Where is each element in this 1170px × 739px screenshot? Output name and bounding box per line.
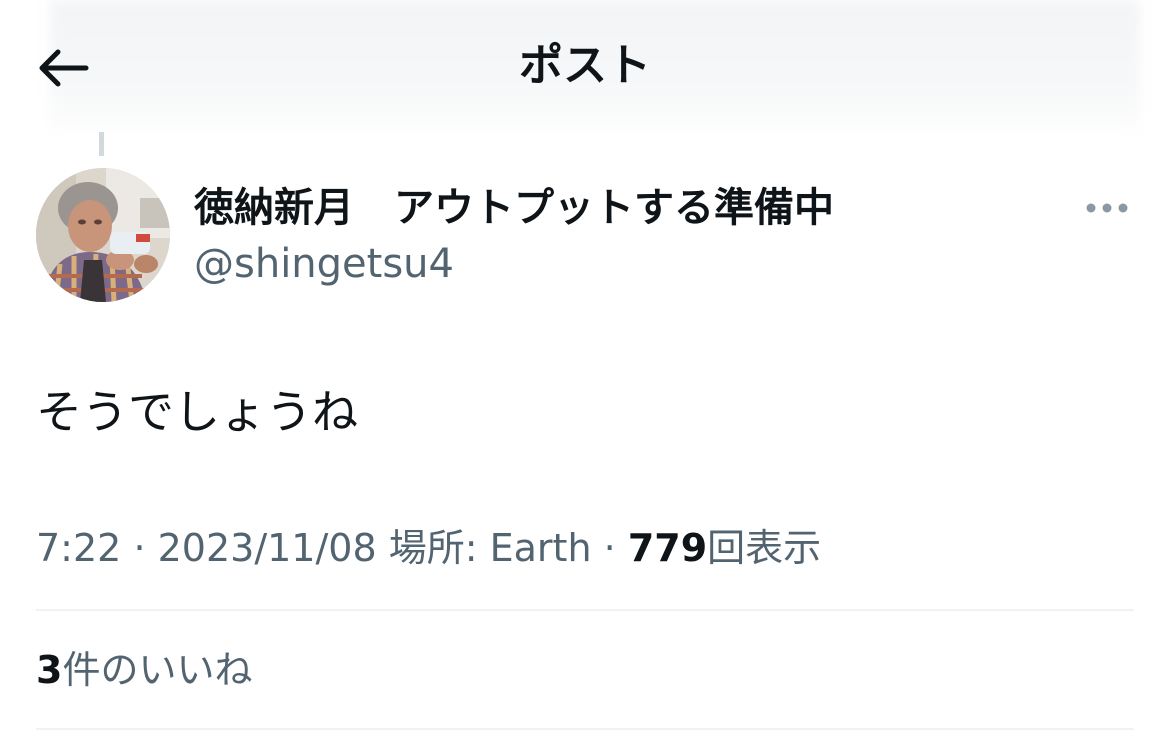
likes-label: 件のいいね: [62, 648, 253, 692]
author-display-name[interactable]: 徳納新月 アウトプットする準備中: [194, 180, 834, 236]
author-handle[interactable]: @shingetsu4: [194, 236, 454, 292]
views-label: 回表示: [707, 526, 822, 570]
views-count: 779: [627, 526, 708, 570]
divider: [36, 609, 1134, 611]
post-text: そうでしょうね: [36, 385, 358, 439]
avatar[interactable]: [36, 168, 170, 302]
post-detail-page: ポスト 徳納新月 アウトプットする準備中 @shingetsu4 そうでしょうね…: [0, 0, 1170, 739]
meta-separator: ·: [603, 526, 616, 570]
post-time[interactable]: 7:22: [36, 526, 121, 570]
divider: [36, 728, 1134, 730]
meta-separator: ·: [133, 526, 146, 570]
post-meta: 7:22 · 2023/11/08 場所: Earth · 779回表示: [36, 520, 821, 576]
likes-count: 3: [36, 648, 63, 692]
more-options-button[interactable]: [1080, 188, 1134, 228]
post-location: 場所: Earth: [388, 526, 592, 570]
post-date[interactable]: 2023/11/08: [158, 526, 377, 570]
profile-photo: [36, 168, 170, 302]
thread-connector-line: [99, 132, 104, 156]
page-title: ポスト: [519, 40, 651, 91]
more-horizontal-icon: [1086, 203, 1128, 213]
likes-summary[interactable]: 3件のいいね: [36, 642, 252, 698]
top-bar: ポスト: [0, 0, 1170, 132]
